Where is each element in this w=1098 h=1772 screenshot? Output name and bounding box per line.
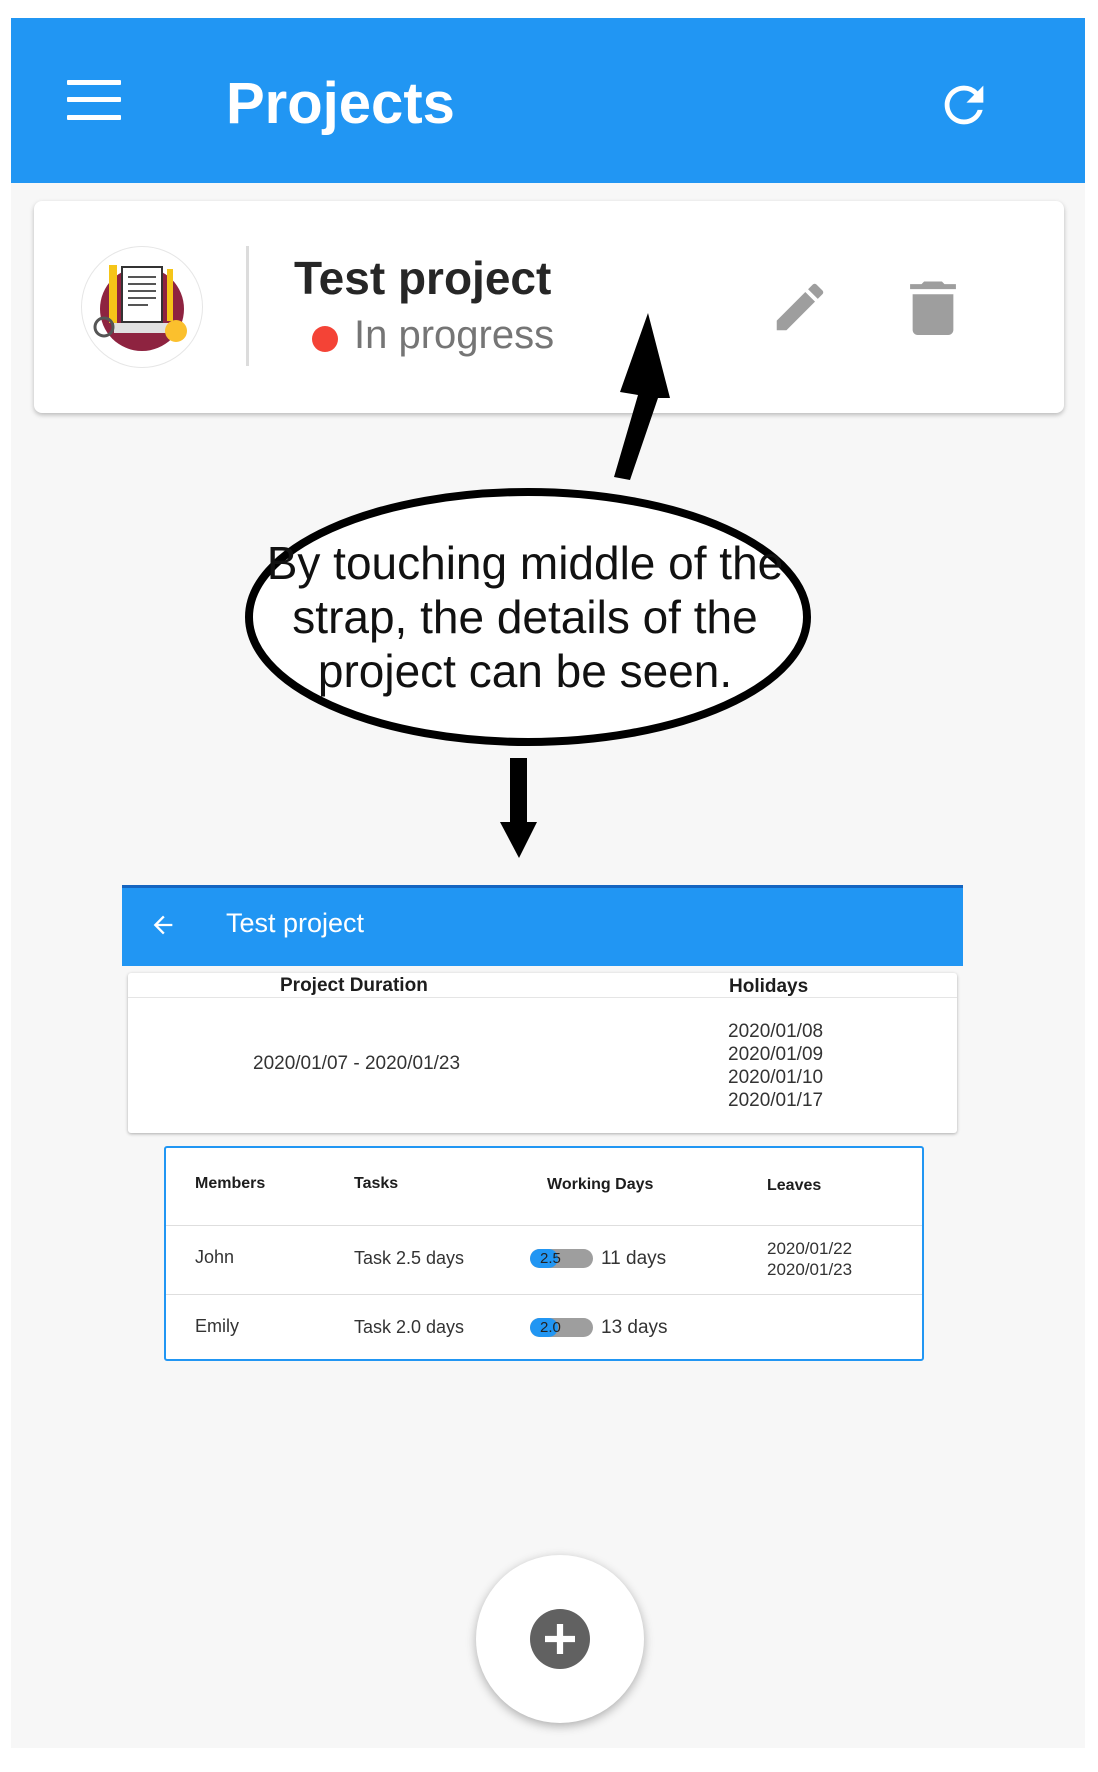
holiday-date: 2020/01/08	[728, 1021, 824, 1042]
annotation-line: By touching middle of the	[266, 537, 784, 589]
menu-icon[interactable]	[67, 80, 121, 120]
app-bar: Projects	[11, 18, 1085, 183]
working-days: 13 days	[601, 1317, 668, 1338]
project-avatar	[81, 246, 203, 368]
column-header-working-days: Working Days	[547, 1176, 654, 1193]
duration-header: Project Duration	[280, 975, 428, 996]
progress-label: 2.5	[540, 1250, 561, 1267]
member-name: Emily	[195, 1316, 239, 1336]
project-status: In progress	[354, 313, 555, 357]
progress-label: 2.0	[540, 1319, 561, 1336]
holiday-list: 2020/01/08 2020/01/09 2020/01/10 2020/01…	[728, 1020, 823, 1112]
progress-bar: 2.5	[530, 1249, 593, 1268]
holiday-date: 2020/01/10	[728, 1067, 824, 1088]
project-card[interactable]: Test project In progress	[34, 201, 1064, 413]
member-name: John	[195, 1247, 235, 1267]
status-indicator	[312, 326, 338, 352]
detail-app-bar: Test project	[122, 885, 963, 966]
members-table: Members Tasks Working Days Leaves John T…	[164, 1146, 924, 1361]
page-title: Projects	[226, 71, 455, 136]
screen: Projects Test project In progress Test p…	[11, 18, 1085, 1748]
holiday-date: 2020/01/09	[728, 1044, 824, 1065]
duration-card: Project Duration Holidays 2020/01/07 - 2…	[128, 973, 957, 1133]
add-project-button[interactable]	[476, 1555, 644, 1723]
add-circle-icon	[530, 1609, 590, 1669]
detail-title: Test project	[226, 908, 365, 938]
task-value: Task 2.5 days	[354, 1248, 465, 1268]
divider	[246, 246, 249, 366]
holiday-date: 2020/01/17	[728, 1090, 824, 1111]
project-name: Test project	[294, 252, 552, 304]
duration-value: 2020/01/07 - 2020/01/23	[253, 1053, 461, 1074]
annotation-text: By touching middle of the strap, the det…	[255, 536, 795, 698]
task-value: Task 2.0 days	[354, 1317, 465, 1337]
trash-icon[interactable]	[905, 276, 961, 338]
divider	[166, 1225, 922, 1226]
column-header-tasks: Tasks	[354, 1175, 399, 1192]
holidays-header: Holidays	[729, 976, 809, 997]
divider	[128, 997, 957, 998]
leave-date: 2020/01/22	[767, 1239, 853, 1258]
leave-date: 2020/01/23	[767, 1260, 853, 1279]
annotation-line: strap, the details of the	[292, 591, 758, 643]
refresh-icon[interactable]	[935, 76, 993, 134]
working-days: 11 days	[601, 1248, 667, 1269]
arrow-left-icon[interactable]	[149, 911, 177, 939]
pencil-icon[interactable]	[769, 276, 831, 338]
project-illustration-icon	[93, 265, 187, 351]
progress-bar: 2.0	[530, 1318, 593, 1337]
column-header-leaves: Leaves	[767, 1177, 822, 1194]
column-header-members: Members	[195, 1175, 266, 1192]
divider	[166, 1294, 922, 1295]
annotation-line: project can be seen.	[317, 645, 733, 697]
leave-list: 2020/01/22 2020/01/23	[767, 1238, 852, 1280]
